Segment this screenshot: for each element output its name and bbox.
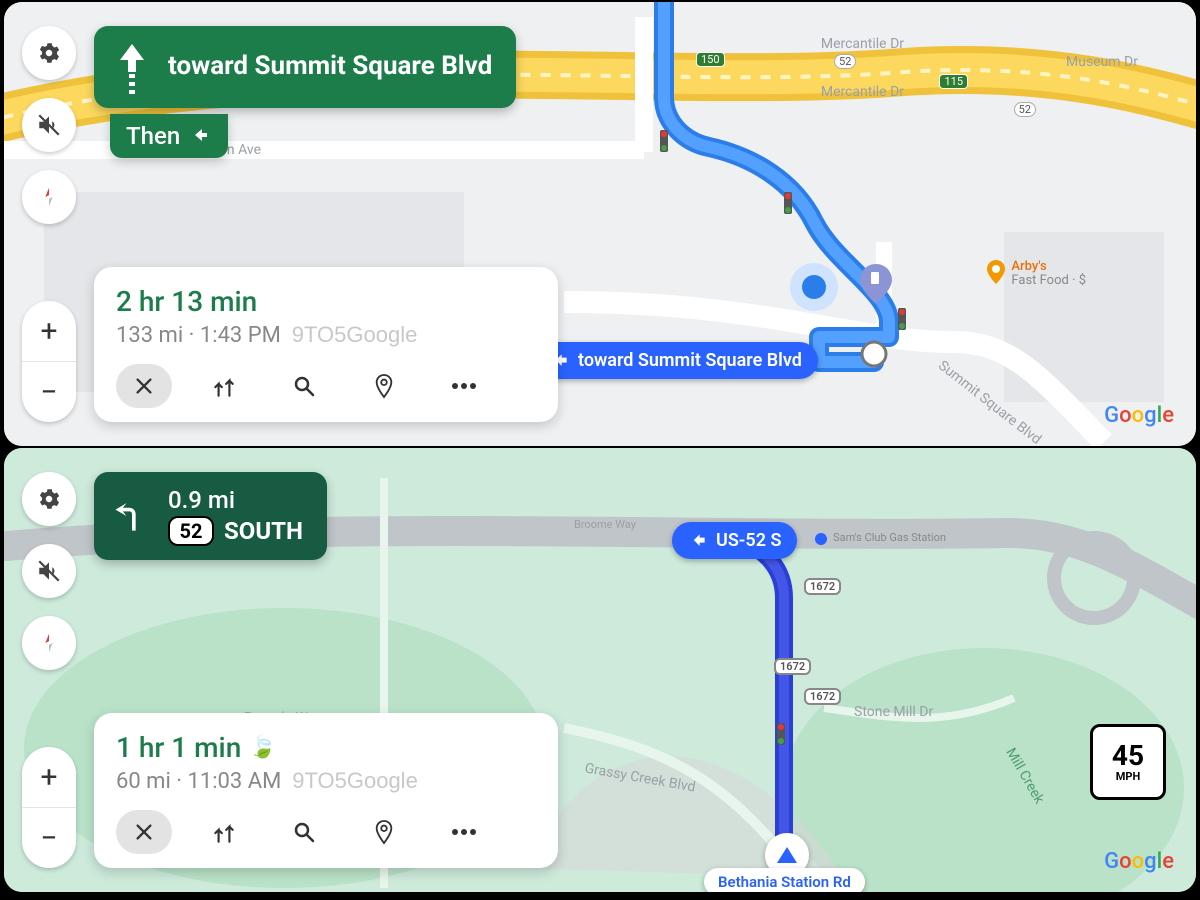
routes-button[interactable] [196,810,252,854]
rd-shield-1672b: 1672 [774,658,811,675]
traffic-light-icon [784,192,792,214]
eta-card-top: 2 hr 13 min 133 mi · 1:43 PM 9TO5Google [94,267,558,422]
rd-shield-1672a: 1672 [804,578,841,595]
speed-limit-sign: 45 MPH [1090,724,1166,800]
road-label-museum: Museum Dr [1066,54,1138,70]
google-logo: Google [1104,849,1174,874]
direction-text-block: 0.9 mi 52 SOUTH [168,486,303,546]
hwy-shield-115: 115 [939,74,968,89]
speed-unit: MPH [1116,770,1141,783]
navigation-panel-top: Patterson Ave Mercantile Dr Mercantile D… [4,2,1196,446]
pin-icon [373,373,395,399]
poi-gas[interactable]: Sam's Club Gas Station [815,532,946,545]
rd-shield-1672c: 1672 [804,688,841,705]
settings-button[interactable] [22,26,76,80]
more-icon [451,382,477,390]
next-turn-bubble-top[interactable]: toward Summit Square Blvd [534,342,818,379]
zoom-controls-bottom: + − [22,747,76,868]
side-controls-bottom [22,472,76,670]
compass-icon [38,632,60,654]
gear-icon [36,486,62,512]
close-icon [133,375,155,397]
alt-routes-icon [211,373,237,399]
google-logo: Google [1104,403,1174,428]
turn-left-icon [188,124,212,148]
zoom-out-button[interactable]: − [22,362,76,422]
side-controls-top [22,26,76,224]
close-icon [133,821,155,843]
then-chip[interactable]: Then [110,114,228,158]
traffic-light-icon [898,308,906,330]
eta-card-bottom: 1 hr 1 min🍃 60 mi · 11:03 AM 9TO5Google [94,713,558,868]
zoom-in-button[interactable]: + [22,747,76,808]
hwy-shield-52a: 52 [834,54,856,69]
next-turn-bubble-bottom[interactable]: US-52 S [672,522,797,559]
speaker-mute-icon [36,558,62,584]
eta-subtitle: 60 mi · 11:03 AM 9TO5Google [116,768,536,794]
speaker-mute-icon [36,112,62,138]
eta-actions [116,364,536,408]
hwy-shield-150: 150 [696,52,725,67]
search-button[interactable] [276,364,332,408]
compass-button[interactable] [22,170,76,224]
pin-button[interactable] [356,810,412,854]
zoom-in-button[interactable]: + [22,301,76,362]
turn-left-icon [688,531,708,551]
alt-routes-icon [211,819,237,845]
eta-time: 2 hr 13 min [116,285,536,318]
direction-text: toward Summit Square Blvd [168,51,492,82]
direction-cardinal: SOUTH [224,517,303,545]
traffic-light-icon [660,130,668,152]
direction-distance: 0.9 mi [168,486,303,514]
speed-value: 45 [1112,742,1144,770]
settings-button[interactable] [22,472,76,526]
pin-icon [373,819,395,845]
poi-arbys-sub: Fast Food · $ [1011,274,1086,288]
current-road-chip[interactable]: Bethania Station Rd [704,868,865,892]
road-label-stonemill: Stone Mill Dr [854,704,933,720]
pin-button[interactable] [356,364,412,408]
hwy-shield-52: 52 [168,516,214,546]
more-button[interactable] [436,810,492,854]
traffic-light-icon [777,723,785,745]
close-nav-button[interactable] [116,810,172,854]
road-label-mercantile: Mercantile Dr [821,36,904,52]
compass-icon [38,186,60,208]
gear-icon [36,40,62,66]
turn-left-arrow-icon [110,489,154,543]
poi-arbys-name: Arby's [1011,260,1086,274]
direction-card-bottom[interactable]: 0.9 mi 52 SOUTH [94,472,327,560]
eta-subtitle: 133 mi · 1:43 PM 9TO5Google [116,322,536,348]
zoom-controls-top: + − [22,301,76,422]
poi-pin-icon [987,260,1005,284]
search-icon [292,820,316,844]
straight-arrow-icon [110,40,154,94]
poi-arbys[interactable]: Arby'sFast Food · $ [987,260,1086,289]
hwy-shield-52b: 52 [1014,102,1036,117]
navigation-panel-bottom: Recycle Way Grassy Creek Blvd Stone Mill… [4,448,1196,892]
eta-time: 1 hr 1 min🍃 [116,731,536,764]
eco-leaf-icon: 🍃 [249,735,276,760]
road-label-broome: Broome Way [574,518,636,531]
mute-button[interactable] [22,544,76,598]
zoom-out-button[interactable]: − [22,808,76,868]
road-label-mercantile-2: Mercantile Dr [821,84,904,100]
search-icon [292,374,316,398]
mute-button[interactable] [22,98,76,152]
compass-button[interactable] [22,616,76,670]
routes-button[interactable] [196,364,252,408]
close-nav-button[interactable] [116,364,172,408]
direction-card-top[interactable]: toward Summit Square Blvd [94,26,516,108]
search-button[interactable] [276,810,332,854]
eta-actions [116,810,536,854]
more-icon [451,828,477,836]
more-button[interactable] [436,364,492,408]
